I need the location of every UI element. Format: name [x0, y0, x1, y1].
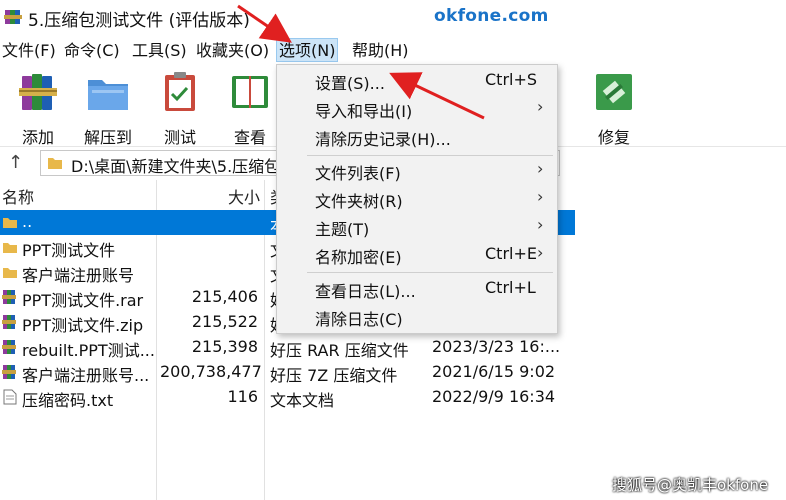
- title-bar: 5.压缩包测试文件 (评估版本) okfone.com: [0, 0, 786, 34]
- menu-separator: [307, 155, 553, 156]
- menu-bar: 文件(F) 命令(C) 工具(S) 收藏夹(O) 选项(N) 帮助(H): [0, 36, 786, 64]
- add-label: 添加: [21, 128, 54, 147]
- clipboard-check-icon: [165, 72, 195, 111]
- chevron-right-icon: ›: [537, 215, 544, 234]
- text-file-icon: [3, 389, 17, 405]
- menu-item-clear-history[interactable]: 清除历史记录(H)...: [277, 123, 557, 151]
- file-type: 好压 7Z 压缩文件: [270, 366, 398, 385]
- file-date: 2022/9/9 16:34: [432, 387, 556, 406]
- file-name: ..: [22, 212, 33, 231]
- menu-item-label: 名称加密(E): [315, 248, 402, 267]
- file-type: 文本文档: [270, 391, 335, 410]
- options-dropdown-menu: 设置(S)... Ctrl+S 导入和导出(I) › 清除历史记录(H)... …: [276, 64, 558, 334]
- column-header-size[interactable]: 大小: [228, 184, 260, 208]
- table-row[interactable]: rebuilt.PPT测试... 215,398 好压 RAR 压缩文件 202…: [0, 335, 575, 360]
- menu-item-shortcut: Ctrl+E: [485, 244, 537, 263]
- address-path-text: D:\桌面\新建文件夹\5.压缩包: [71, 157, 281, 176]
- file-size: 215,522: [191, 312, 258, 331]
- folder-icon: [3, 268, 17, 278]
- menu-item-label: 清除日志(C): [315, 310, 403, 329]
- file-name: 客户端注册账号: [22, 266, 135, 285]
- menu-item-view-log[interactable]: 查看日志(L)... Ctrl+L: [277, 275, 557, 303]
- rar-icon: [2, 315, 16, 329]
- menu-options[interactable]: 选项(N): [276, 38, 339, 62]
- menu-item-name-encryption[interactable]: 名称加密(E) Ctrl+E ›: [277, 241, 557, 269]
- menu-item-label: 查看日志(L)...: [315, 282, 416, 301]
- file-date: 2021/6/15 9:02: [432, 362, 556, 381]
- test-label: 测试: [163, 128, 196, 147]
- file-date: 2023/3/23 16:...: [432, 337, 561, 356]
- folder-extract-icon: [88, 80, 128, 110]
- chevron-right-icon: ›: [537, 97, 544, 116]
- menu-item-theme[interactable]: 主题(T) ›: [277, 213, 557, 241]
- menu-separator: [307, 272, 553, 273]
- menu-item-import-export[interactable]: 导入和导出(I) ›: [277, 95, 557, 123]
- menu-item-label: 文件夹树(R): [315, 192, 403, 211]
- menu-command[interactable]: 命令(C): [62, 39, 122, 63]
- menu-item-shortcut: Ctrl+L: [485, 278, 536, 297]
- file-name: rebuilt.PPT测试...: [22, 341, 155, 360]
- up-arrow-icon[interactable]: ↑: [8, 152, 23, 173]
- repair-button[interactable]: 修复: [586, 70, 642, 148]
- menu-help[interactable]: 帮助(H): [350, 39, 411, 63]
- menu-item-clear-log[interactable]: 清除日志(C): [277, 303, 557, 331]
- menu-item-label: 主题(T): [315, 220, 370, 239]
- view-label: 查看: [233, 128, 266, 147]
- file-size: 215,398: [191, 337, 258, 356]
- menu-item-file-list[interactable]: 文件列表(F) ›: [277, 157, 557, 185]
- menu-favorites[interactable]: 收藏夹(O): [194, 39, 271, 63]
- test-button[interactable]: 测试: [152, 70, 208, 148]
- file-name: PPT测试文件.zip: [22, 316, 144, 335]
- menu-item-settings[interactable]: 设置(S)... Ctrl+S: [277, 67, 557, 95]
- repair-label: 修复: [597, 128, 630, 147]
- file-size: 200,738,477: [160, 362, 262, 381]
- extract-to-button[interactable]: 解压到: [80, 70, 136, 148]
- menu-item-label: 文件列表(F): [315, 164, 401, 183]
- books-archive-icon: [19, 74, 57, 110]
- add-button[interactable]: 添加: [10, 70, 66, 148]
- menu-item-label: 导入和导出(I): [315, 102, 413, 121]
- winrar-app-icon: [4, 10, 22, 24]
- column-header-name[interactable]: 名称: [2, 184, 34, 208]
- folder-icon: [48, 158, 62, 169]
- menu-item-label: 清除历史记录(H)...: [315, 130, 451, 149]
- extract-to-label: 解压到: [83, 128, 132, 147]
- bottom-watermark: 搜狐号@奥凯丰okfone: [612, 476, 769, 494]
- rar-icon: [2, 290, 16, 304]
- rar-icon: [2, 340, 16, 354]
- repair-kit-icon: [596, 74, 632, 110]
- menu-item-folder-tree[interactable]: 文件夹树(R) ›: [277, 185, 557, 213]
- file-name: 客户端注册账号...: [22, 366, 150, 385]
- window-title: 5.压缩包测试文件 (评估版本): [28, 11, 250, 31]
- file-name: 压缩密码.txt: [22, 391, 114, 410]
- chevron-right-icon: ›: [537, 187, 544, 206]
- menu-file[interactable]: 文件(F): [0, 39, 58, 63]
- file-type: 好压 RAR 压缩文件: [270, 341, 409, 360]
- rar-icon: [2, 365, 16, 379]
- menu-item-label: 设置(S)...: [315, 74, 385, 93]
- table-row[interactable]: 客户端注册账号... 200,738,477 好压 7Z 压缩文件 2021/6…: [0, 360, 575, 385]
- file-size: 215,406: [191, 287, 258, 306]
- menu-tools[interactable]: 工具(S): [130, 39, 189, 63]
- book-view-icon: [232, 76, 268, 108]
- site-watermark: okfone.com: [434, 6, 549, 26]
- menu-item-shortcut: Ctrl+S: [485, 70, 538, 89]
- file-name: PPT测试文件.rar: [22, 291, 144, 310]
- view-button[interactable]: 查看: [222, 70, 278, 148]
- chevron-right-icon: ›: [537, 159, 544, 178]
- file-size: 116: [227, 387, 258, 406]
- file-name: PPT测试文件: [22, 241, 116, 260]
- parent-folder-icon: [3, 218, 17, 228]
- chevron-right-icon: ›: [537, 243, 544, 262]
- folder-icon: [3, 243, 17, 253]
- table-row[interactable]: 压缩密码.txt 116 文本文档 2022/9/9 16:34: [0, 385, 575, 410]
